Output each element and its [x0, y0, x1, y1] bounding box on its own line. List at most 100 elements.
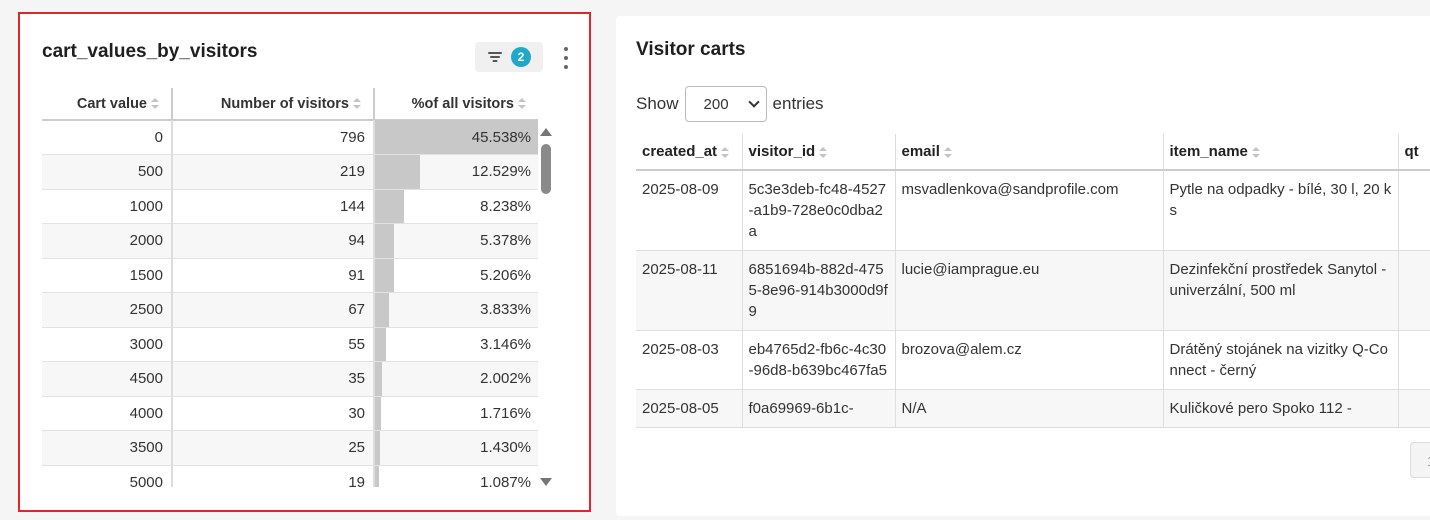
pct-cell: 1.430% — [374, 430, 538, 466]
entries-control: Show 200 entries — [636, 86, 824, 122]
filter-button[interactable]: 2 — [475, 42, 543, 72]
visitors-cell: 55 — [172, 327, 375, 362]
table-row[interactable]: 2025-08-11 6851694b-882d-4755-8e96-914b30… — [636, 250, 1430, 331]
created-at-cell: 2025-08-09 — [636, 170, 743, 251]
visitors-cell: 91 — [172, 258, 375, 293]
visitors-cell: 30 — [172, 396, 375, 431]
visitors-cell: 219 — [172, 154, 375, 190]
pct-cell: 2.002% — [374, 361, 538, 397]
qty-cell — [1398, 250, 1430, 331]
visitors-cell: 796 — [172, 120, 375, 155]
show-label: Show — [636, 94, 679, 113]
pct-cell: 12.529% — [374, 154, 538, 190]
panel-title: Visitor carts — [636, 39, 746, 60]
visitor-carts-table: created_at visitor_id email item_name qt… — [636, 134, 1430, 432]
qty-cell — [1398, 170, 1430, 251]
scroll-thumb[interactable] — [541, 144, 551, 194]
pct-cell: 8.238% — [374, 189, 538, 224]
visitor-id-cell: f0a69969-6b1c- — [742, 389, 896, 428]
scroll-up-icon[interactable] — [540, 128, 552, 136]
item-name-cell: Kuličkové pero Spoko 112 - — [1163, 389, 1399, 428]
column-header-email[interactable]: email — [895, 134, 1164, 171]
email-cell: msvadlenkova@sandprofile.com — [895, 170, 1164, 251]
cart-value-cell: 2000 — [42, 223, 173, 259]
cart-values-panel: cart_values_by_visitors 2 Cart value Num… — [18, 12, 591, 512]
cart-value-cell: 4000 — [42, 396, 173, 431]
pct-cell: 3.146% — [374, 327, 538, 362]
table-row[interactable]: 2025-08-05 f0a69969-6b1c- N/A Kuličkové per… — [636, 389, 1430, 428]
cart-value-cell: 4500 — [42, 361, 173, 397]
sort-icon[interactable] — [819, 146, 828, 158]
cart-value-cell: 0 — [42, 120, 173, 155]
chevron-down-icon — [747, 96, 760, 108]
entries-select[interactable]: 200 — [684, 86, 767, 122]
pct-cell: 3.833% — [374, 292, 538, 328]
scroll-down-icon[interactable] — [540, 478, 552, 486]
column-header-qty[interactable]: qt — [1398, 134, 1430, 171]
cart-values-body: 0 796 45.538% 500 219 12.529% 1000 144 8.238% 200… — [42, 120, 538, 487]
cart-value-cell: 3000 — [42, 327, 173, 362]
table-row: 500 219 12.529% — [42, 154, 538, 190]
table-row: 4000 30 1.716% — [42, 396, 538, 431]
cart-value-cell: 5000 — [42, 465, 173, 487]
pct-cell: 5.378% — [374, 223, 538, 259]
cart-value-cell: 3500 — [42, 430, 173, 466]
cart-value-cell: 1500 — [42, 258, 173, 293]
visitor-id-cell: 6851694b-882d-4755-8e96-914b3000d9f9 — [742, 250, 896, 331]
pct-cell: 45.538% — [374, 120, 538, 155]
sort-icon[interactable] — [1251, 146, 1260, 158]
item-name-cell: Pytle na odpadky - bílé, 30 l, 20 ks — [1163, 170, 1399, 251]
more-options-icon[interactable] — [557, 46, 575, 70]
visitor-id-cell: 5c3e3deb-fc48-4527-a1b9-728e0c0dba2a — [742, 170, 896, 251]
table-row[interactable]: 2025-08-09 5c3e3deb-fc48-4527-a1b9-728e0c… — [636, 170, 1430, 251]
filter-icon — [487, 50, 503, 64]
visitor-carts-panel: Visitor carts Show 200 entries created_a… — [616, 16, 1430, 516]
table-row: 3000 55 3.146% — [42, 327, 538, 362]
created-at-cell: 2025-08-05 — [636, 389, 743, 428]
table-row: 1000 144 8.238% — [42, 189, 538, 224]
table-row: 5000 19 1.087% — [42, 465, 538, 487]
table-row[interactable]: 2025-08-03 eb4765d2-fb6c-4c30-96d8-b639bc… — [636, 330, 1430, 390]
qty-cell — [1398, 389, 1430, 428]
column-header-visitors[interactable]: Number of visitors — [172, 88, 375, 121]
column-header-created-at[interactable]: created_at — [636, 134, 743, 171]
table-row: 0 796 45.538% — [42, 120, 538, 155]
pct-cell: 5.206% — [374, 258, 538, 293]
panel-title: cart_values_by_visitors — [42, 41, 258, 62]
table-row: 2000 94 5.378% — [42, 223, 538, 259]
sort-icon[interactable] — [721, 146, 730, 158]
table-row: 4500 35 2.002% — [42, 361, 538, 397]
visitors-cell: 94 — [172, 223, 375, 259]
filter-count-badge: 2 — [511, 47, 531, 67]
table-row: 3500 25 1.430% — [42, 430, 538, 466]
visitor-id-cell: eb4765d2-fb6c-4c30-96d8-b639bc467fa5 — [742, 330, 896, 390]
created-at-cell: 2025-08-11 — [636, 250, 743, 331]
qty-cell — [1398, 330, 1430, 390]
visitors-cell: 19 — [172, 465, 375, 487]
cart-values-header: Cart value Number of visitors %of all vi… — [42, 88, 538, 121]
visitors-cell: 35 — [172, 361, 375, 397]
email-cell: brozova@alem.cz — [895, 330, 1164, 390]
pagination-button[interactable]: 1 — [1410, 442, 1430, 478]
table-row: 2500 67 3.833% — [42, 292, 538, 328]
column-header-item-name[interactable]: item_name — [1163, 134, 1399, 171]
column-header-cart-value[interactable]: Cart value — [42, 88, 173, 121]
sort-icon[interactable] — [518, 98, 526, 110]
sort-icon[interactable] — [353, 98, 361, 110]
created-at-cell: 2025-08-03 — [636, 330, 743, 390]
sort-icon[interactable] — [943, 146, 952, 158]
cart-value-cell: 1000 — [42, 189, 173, 224]
email-cell: N/A — [895, 389, 1164, 428]
item-name-cell: Drátěný stojánek na vizitky Q-Connect - … — [1163, 330, 1399, 390]
column-header-visitor-id[interactable]: visitor_id — [742, 134, 896, 171]
pct-cell: 1.716% — [374, 396, 538, 431]
sort-icon[interactable] — [151, 98, 159, 110]
item-name-cell: Dezinfekční prostředek Sanytol - univerz… — [1163, 250, 1399, 331]
table-row: 1500 91 5.206% — [42, 258, 538, 293]
visitors-cell: 25 — [172, 430, 375, 466]
email-cell: lucie@iamprague.eu — [895, 250, 1164, 331]
table-scrollbar[interactable] — [539, 126, 553, 486]
visitors-cell: 67 — [172, 292, 375, 328]
cart-value-cell: 500 — [42, 154, 173, 190]
column-header-pct[interactable]: %of all visitors — [374, 88, 538, 121]
